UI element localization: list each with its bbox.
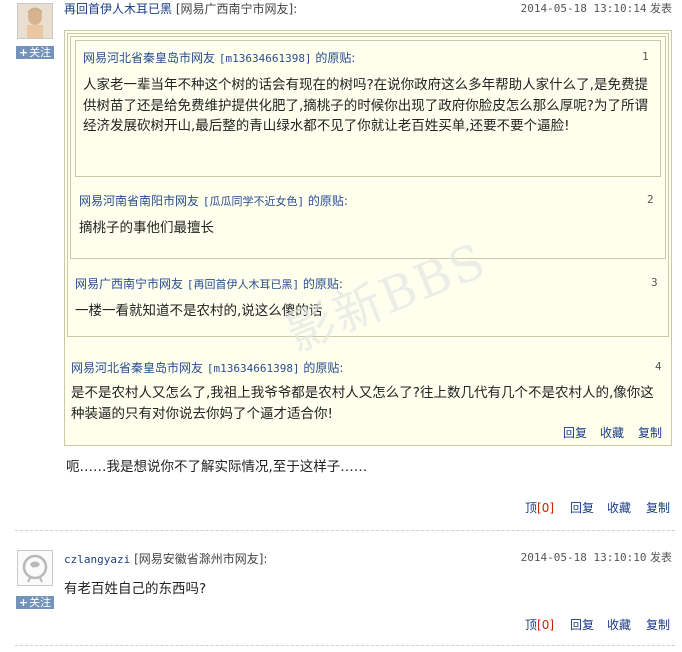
author-name[interactable]: 再回首伊人木耳已黑	[64, 2, 172, 16]
post-divider	[15, 530, 675, 531]
upvote-label: 顶	[525, 618, 538, 632]
quote-suffix: 的原贴:	[303, 361, 344, 375]
plus-icon: +	[18, 596, 29, 609]
copy-link[interactable]: 复制	[646, 616, 670, 633]
author-line: czlangyazi [网易安徽省滁州市网友]:	[64, 550, 267, 567]
quote-floor-number: 4	[655, 360, 662, 373]
post-timestamp: 2014-05-18 13:10:10 发表	[521, 549, 672, 565]
quote-floor-number: 3	[651, 276, 658, 289]
timestamp-value: 2014-05-18 13:10:10	[520, 551, 647, 564]
quote-suffix: 的原贴:	[307, 194, 348, 208]
quote-text: 一楼一看就知道不是农村的,说这么傻的话	[75, 303, 323, 319]
quote-author-id: [瓜瓜同学不近女色]	[202, 195, 305, 208]
quote-text: 摘桃子的事他们最擅长	[79, 220, 214, 236]
quote-author[interactable]: 网易广西南宁市网友	[75, 277, 183, 291]
quote-header: 网易河南省南阳市网友 [瓜瓜同学不近女色] 的原贴:	[79, 192, 348, 209]
post-body: 有老百姓自己的东西吗?	[64, 581, 207, 597]
upvote-count: [0]	[537, 618, 555, 632]
follow-label: 关注	[29, 46, 52, 59]
follow-button[interactable]: +关注	[16, 46, 54, 59]
quote-header: 网易河北省秦皇岛市网友 [m13634661398] 的原贴:	[83, 49, 355, 66]
quote-header: 网易河北省秦皇岛市网友 [m13634661398] 的原贴:	[71, 359, 343, 376]
upvote-count: [0]	[537, 501, 555, 515]
upvote-link[interactable]: 顶[0]	[525, 499, 554, 516]
collect-link[interactable]: 收藏	[607, 499, 631, 516]
quote-collect-link[interactable]: 收藏	[600, 424, 624, 441]
reply-link[interactable]: 回复	[570, 499, 594, 516]
reply-link[interactable]: 回复	[570, 616, 594, 633]
upvote-link[interactable]: 顶[0]	[525, 616, 554, 633]
post-1: +关注 再回首伊人木耳已黑 [网易广西南宁市网友]: 2014-05-18 13…	[0, 0, 682, 530]
quote-text: 人家老一辈当年不种这个树的话会有现在的树吗?在说你政府这么多年帮助人家什么了,是…	[83, 77, 648, 134]
author-line: 再回首伊人木耳已黑 [网易广西南宁市网友]:	[64, 0, 297, 17]
timestamp-value: 2014-05-18 13:10:14	[520, 2, 647, 15]
quote-author[interactable]: 网易河北省秦皇岛市网友	[71, 361, 203, 375]
plus-icon: +	[18, 46, 29, 59]
quote-author[interactable]: 网易河南省南阳市网友	[79, 194, 199, 208]
quote-author-id: [m13634661398]	[218, 52, 312, 65]
quote-author-id: [再回首伊人木耳已黑]	[186, 278, 300, 291]
avatar[interactable]	[17, 3, 53, 39]
post-divider	[15, 645, 675, 646]
quote-header: 网易广西南宁市网友 [再回首伊人木耳已黑] 的原贴:	[75, 275, 343, 292]
avatar[interactable]	[17, 550, 53, 586]
collect-link[interactable]: 收藏	[607, 616, 631, 633]
author-meta: [网易安徽省滁州市网友]:	[134, 552, 268, 566]
author-name[interactable]: czlangyazi	[64, 553, 130, 566]
quote-floor-number: 2	[647, 193, 654, 206]
quote-copy-link[interactable]: 复制	[638, 424, 662, 441]
quote-text: 是不是农村人又怎么了,我祖上我爷爷都是农村人又怎么了?往上数几代有几个不是农村人…	[71, 385, 654, 422]
post-body: 呃……我是想说你不了解实际情况,至于这样子……	[66, 459, 368, 475]
quote-reply-link[interactable]: 回复	[563, 424, 587, 441]
upvote-label: 顶	[525, 501, 538, 515]
post-label: 发表	[650, 2, 672, 15]
default-avatar-icon	[22, 554, 48, 583]
post-label: 发表	[650, 551, 672, 564]
quote-suffix: 的原贴:	[315, 51, 356, 65]
quote-floor-number: 1	[642, 50, 649, 63]
user-photo-icon	[18, 4, 52, 38]
quote-suffix: 的原贴:	[302, 277, 343, 291]
follow-button[interactable]: +关注	[16, 596, 54, 609]
copy-link[interactable]: 复制	[646, 499, 670, 516]
follow-label: 关注	[29, 596, 52, 609]
quote-author-id: [m13634661398]	[206, 362, 300, 375]
post-timestamp: 2014-05-18 13:10:14 发表	[521, 0, 672, 16]
quote-author[interactable]: 网易河北省秦皇岛市网友	[83, 51, 215, 65]
author-meta: [网易广西南宁市网友]:	[175, 2, 298, 16]
post-2: +关注 czlangyazi [网易安徽省滁州市网友]: 2014-05-18 …	[0, 548, 682, 652]
